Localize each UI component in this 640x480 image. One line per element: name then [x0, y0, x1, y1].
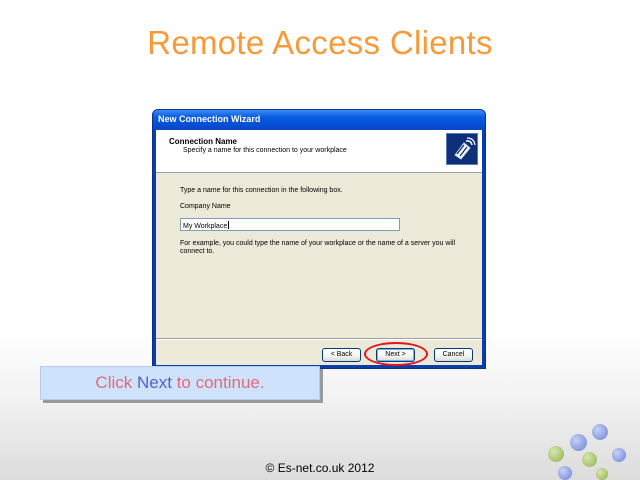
company-name-value: My Workplace	[183, 223, 228, 230]
back-button[interactable]: < Back	[322, 348, 361, 362]
decor-dot	[570, 434, 587, 451]
phone-connection-icon	[446, 133, 478, 165]
decor-dot	[558, 466, 572, 480]
wizard-client-area: Connection Name Specify a name for this …	[156, 130, 482, 365]
instruction-caption: Click Next to continue.	[40, 366, 320, 400]
wizard-header: Connection Name Specify a name for this …	[156, 130, 482, 173]
footer-copyright: © Es-net.co.uk 2012	[265, 461, 375, 475]
slide-title: Remote Access Clients	[147, 24, 493, 61]
company-name-label: Company Name	[180, 203, 231, 210]
window-title: New Connection Wizard	[158, 114, 261, 124]
decor-dot	[548, 446, 564, 462]
caption-keyword: Next	[136, 373, 172, 392]
example-text: For example, you could type the name of …	[180, 240, 456, 255]
cancel-button[interactable]: Cancel	[434, 348, 473, 362]
decor-dot	[582, 452, 597, 467]
header-subtitle: Specify a name for this connection to yo…	[183, 147, 347, 154]
company-name-input[interactable]: My Workplace	[180, 218, 400, 231]
next-button-highlight	[364, 342, 428, 366]
window-titlebar[interactable]: New Connection Wizard	[153, 110, 485, 130]
header-title: Connection Name	[169, 137, 238, 146]
decor-dot	[596, 468, 608, 480]
decor-dot	[592, 424, 608, 440]
decor-dot	[612, 448, 626, 462]
caption-prefix: Click	[95, 373, 137, 392]
text-caret	[228, 221, 230, 229]
caption-suffix: to continue.	[171, 373, 265, 392]
wizard-window: New Connection Wizard Connection Name Sp…	[152, 109, 486, 369]
button-divider	[156, 338, 482, 340]
instruction-text: Type a name for this connection in the f…	[180, 187, 343, 194]
